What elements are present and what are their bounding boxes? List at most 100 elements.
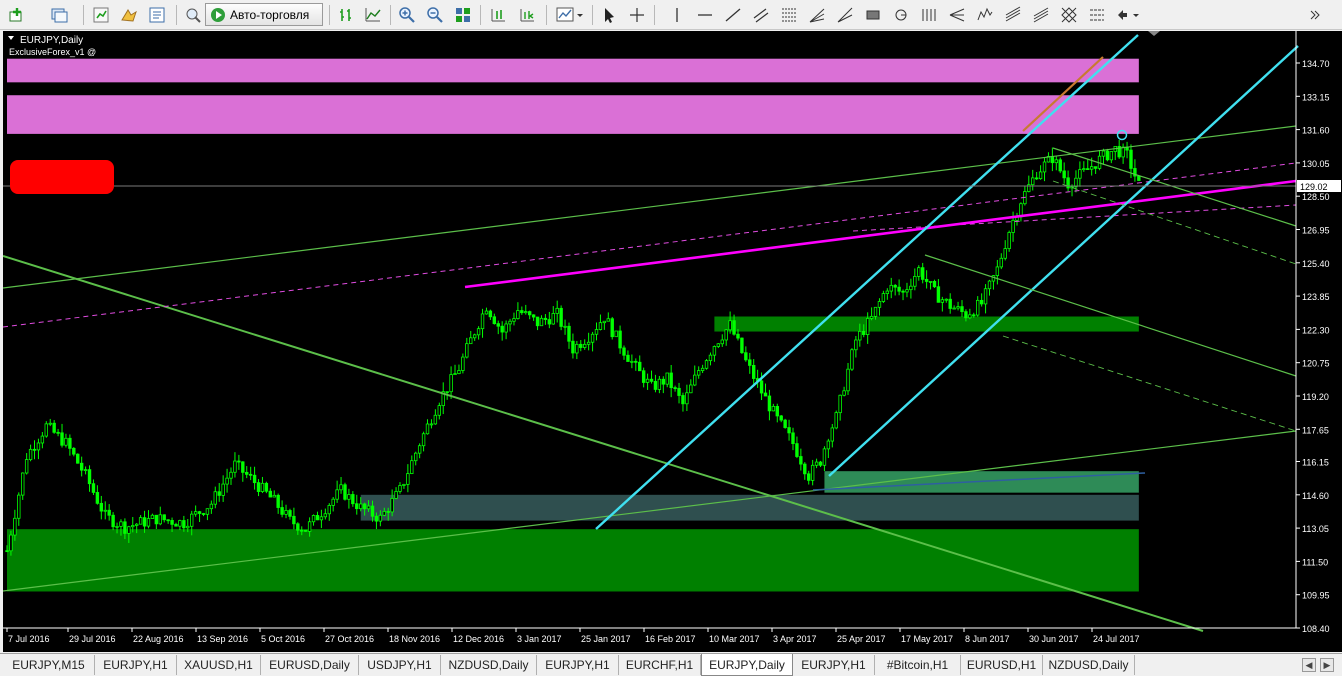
chart-tab[interactable]: EURUSD,Daily [261,655,359,675]
candle-body [213,491,217,505]
candle-body [889,284,893,292]
profiles-icon[interactable] [48,4,70,26]
mid-falling-dashed[interactable] [1002,335,1297,432]
time-tick-label: 29 Jul 2016 [69,634,116,644]
candle-body [414,452,418,462]
chart-symbol-label: EURJPY,Daily [20,35,83,46]
candle-body [142,517,147,527]
candle-body [1058,159,1062,172]
price-chart[interactable]: 134.70 133.15 131.60 130.05 128.50 126.95 125.… [3,31,1342,652]
chart-menu-arrow-icon[interactable] [8,36,14,40]
candle-body [429,423,434,426]
candle-body [1086,168,1090,171]
candle-body [272,494,276,498]
gann-icon[interactable] [890,4,912,26]
cycle-lines-icon[interactable] [918,4,940,26]
cursor-icon[interactable] [598,4,620,26]
grid-pattern-icon[interactable] [1058,4,1080,26]
candle-body [579,343,583,348]
zone-resistance[interactable] [7,58,1139,83]
candle-body [873,306,878,317]
regression-channel-icon[interactable] [1002,4,1024,26]
vertical-line-icon[interactable] [666,4,688,26]
std-deviation-channel-icon[interactable] [1030,4,1052,26]
navigator-icon[interactable] [118,4,140,26]
candle-body [260,482,265,492]
short-falling-dashed[interactable] [1052,180,1297,265]
candle-body [158,514,162,525]
fibonacci-retracement-icon[interactable] [778,4,800,26]
chart-tab[interactable]: NZDUSD,Daily [441,655,537,675]
candle-body [1093,166,1098,169]
new-chart-icon[interactable] [6,4,28,26]
tab-scroll-left-icon[interactable]: ◀ [1302,658,1316,672]
red-label-box[interactable] [10,160,114,194]
candle-body [924,278,929,282]
candle-body [752,365,756,379]
fibonacci-arcs-icon[interactable] [834,4,856,26]
equidistant-channel-icon[interactable] [750,4,772,26]
candle-body [759,380,764,394]
horizontal-line-icon[interactable] [694,4,716,26]
chart-tab[interactable]: USDJPY,H1 [359,655,441,675]
time-tick-label: 10 Mar 2017 [709,634,760,644]
crosshair-icon[interactable] [626,4,648,26]
chart-tab[interactable]: EURJPY,H1 [537,655,619,675]
zone-resistance[interactable] [7,95,1139,134]
zone-support[interactable] [714,316,1139,332]
candle-body [303,529,308,532]
mid-falling-line[interactable] [924,254,1297,377]
autoscroll-icon[interactable] [516,4,538,26]
candle-body [288,510,292,517]
chart-window[interactable]: 134.70 133.15 131.60 130.05 128.50 126.95 125.… [3,31,1342,652]
candle-body [417,445,422,454]
bar-chart-icon[interactable] [335,4,357,26]
tile-windows-icon[interactable] [452,4,474,26]
zoom-out-icon[interactable] [424,4,446,26]
zone-support[interactable] [7,529,1139,592]
price-tick-label: 113.05 [1302,524,1329,534]
pitchfork-icon[interactable] [946,4,968,26]
candle-body [131,525,135,528]
chart-tab[interactable]: EURCHF,H1 [619,655,701,675]
candle-body [457,370,461,374]
tab-scroll-right-icon[interactable]: ▶ [1320,658,1334,672]
terminal-icon[interactable] [146,4,168,26]
chart-tab[interactable]: NZDUSD,Daily [1043,655,1135,675]
chart-shift-marker-icon[interactable] [1148,31,1160,36]
autotrade-button[interactable]: Авто-торговля [205,3,323,26]
candle-body [602,320,607,324]
chart-tab[interactable]: #Bitcoin,H1 [875,655,961,675]
market-watch-icon[interactable] [90,4,112,26]
toolbar-separator [654,5,655,25]
fibonacci-expansion-icon[interactable] [1086,4,1108,26]
chart-tab[interactable]: EURJPY,Daily [701,654,793,676]
toolbar-overflow-icon[interactable] [1304,4,1326,26]
chart-tab[interactable]: EURUSD,H1 [961,655,1043,675]
zoom-in-icon[interactable] [396,4,418,26]
toolbar-separator [329,5,330,25]
candle-body [127,526,131,534]
elliott-wave-icon[interactable] [974,4,996,26]
fibonacci-fan-icon[interactable] [806,4,828,26]
candle-body [394,491,398,499]
candle-body [685,392,689,405]
candle-body [449,374,453,393]
chart-tab[interactable]: EURJPY,H1 [793,655,875,675]
chart-shift-icon[interactable] [487,4,509,26]
candle-body [378,514,383,522]
chart-tab[interactable]: XAUUSD,H1 [177,655,261,675]
candle-body [783,419,787,428]
chart-tab[interactable]: EURJPY,H1 [95,655,177,675]
arrows-menu-icon[interactable] [1114,4,1142,26]
candle-body [5,550,9,553]
strategy-tester-icon[interactable] [182,4,204,26]
line-chart-icon[interactable] [362,4,384,26]
candle-body [767,395,772,412]
magenta-dashed-upper[interactable] [3,162,1297,328]
trendline-icon[interactable] [722,4,744,26]
rectangle-icon[interactable] [862,4,884,26]
indicators-menu-icon[interactable] [555,4,585,26]
candle-body [555,307,559,314]
chart-tab[interactable]: EURJPY,M15 [3,655,95,675]
